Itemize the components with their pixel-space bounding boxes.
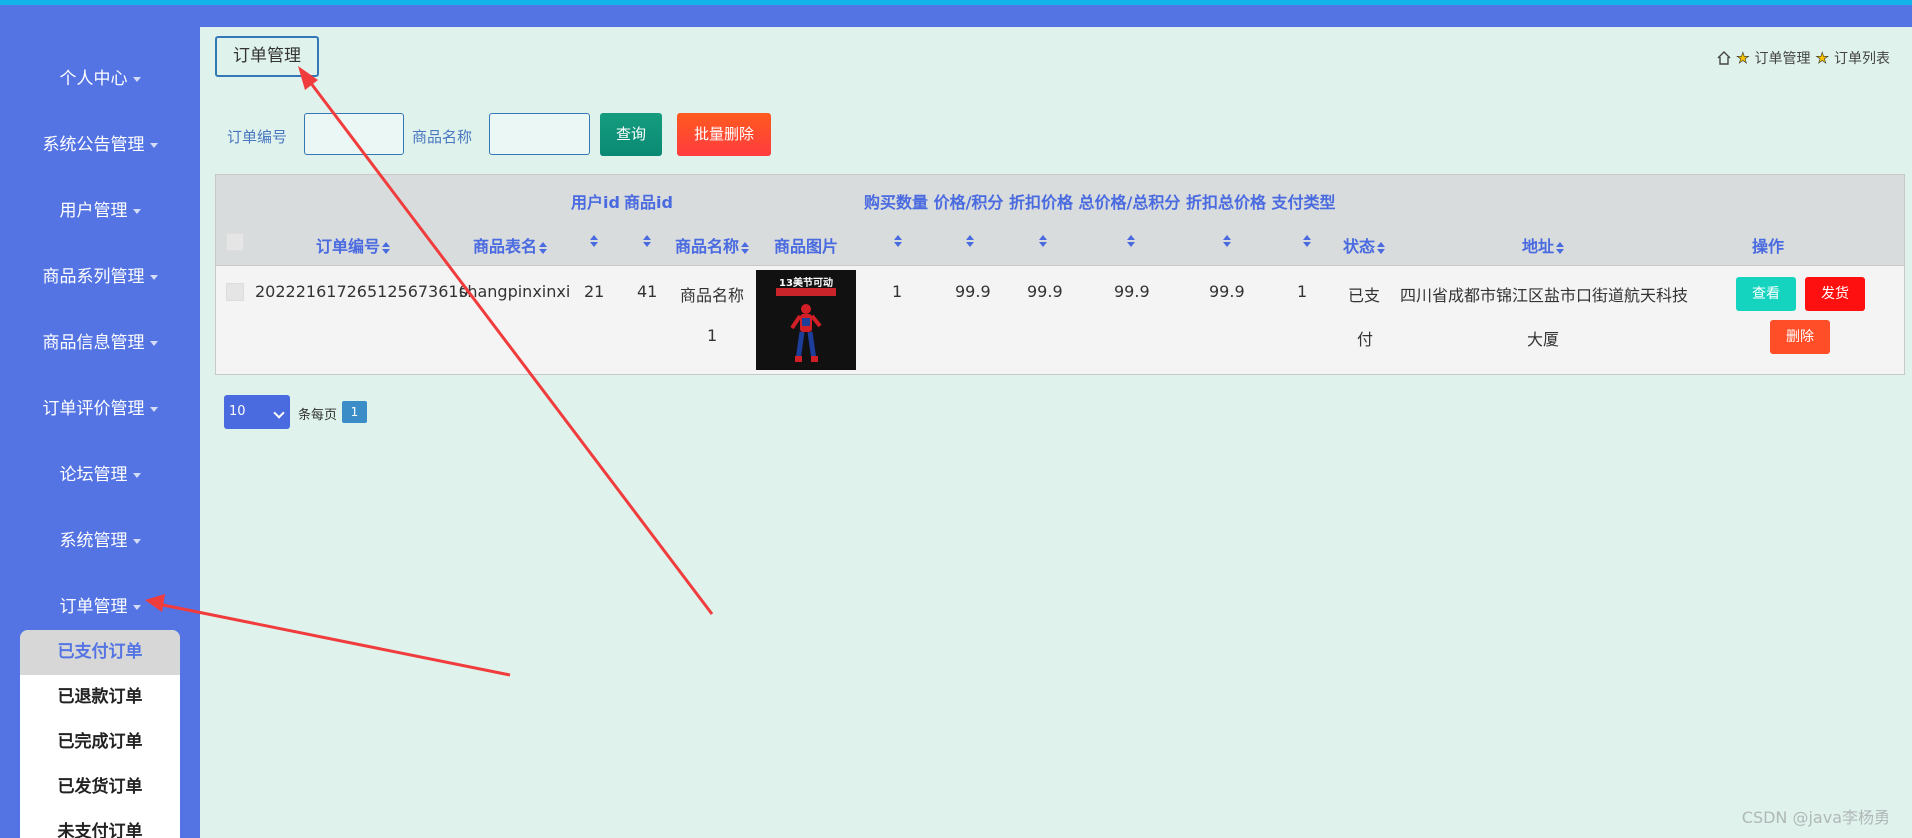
sort-icon — [382, 241, 391, 254]
sort-icon — [539, 241, 548, 254]
submenu-item-shipped-orders[interactable]: 已发货订单 — [20, 765, 180, 810]
caret-down-icon — [149, 340, 158, 346]
cell-product-id: 41 — [637, 282, 658, 301]
caret-down-icon — [149, 142, 158, 148]
submenu-item-unpaid-orders[interactable]: 未支付订单 — [20, 810, 180, 838]
header-actions: 操作 — [1752, 237, 1785, 256]
sort-icon-user-id[interactable] — [590, 235, 598, 247]
cell-address: 四川省成都市锦江区盐市口街道航天科技 — [1400, 286, 1689, 305]
sidebar-item-product-info[interactable]: 商品信息管理 — [0, 331, 200, 355]
cell-order-no: 20222161726512567361​0 — [255, 282, 469, 301]
star-icon: ★ — [1815, 49, 1829, 68]
sort-icon — [1377, 241, 1386, 254]
cell-status-line2: 付 — [1357, 330, 1374, 349]
query-button[interactable]: 查询 — [600, 113, 662, 156]
sort-icon-discount-price[interactable] — [1039, 235, 1047, 247]
header-strip — [200, 5, 1912, 27]
cell-pay-type: 1 — [1297, 282, 1308, 301]
caret-down-icon — [132, 604, 141, 610]
cell-table-name: shangpinxinxi — [459, 282, 571, 301]
sidebar-item-order-reviews[interactable]: 订单评价管理 — [0, 397, 200, 421]
sidebar-item-personal-center[interactable]: 个人中心 — [0, 67, 200, 91]
product-image-banner — [776, 288, 836, 296]
header-product-name[interactable]: 商品名称 — [675, 233, 750, 257]
header-order-no[interactable]: 订单编号 — [316, 233, 391, 257]
product-name-input[interactable] — [489, 113, 590, 155]
delete-button[interactable]: 删除 — [1770, 320, 1830, 354]
header-address[interactable]: 地址 — [1522, 233, 1565, 257]
chevron-down-icon — [273, 407, 285, 419]
cell-discount-total: 99.9 — [1209, 282, 1245, 301]
page-number-current[interactable]: 1 — [342, 401, 367, 423]
table-header: 用户id 商品id 购买数量 价格/积分 折扣价格 总价格/总积分 折扣总价格 … — [216, 175, 1904, 266]
sidebar-item-users[interactable]: 用户管理 — [0, 199, 200, 223]
sort-icon-quantity[interactable] — [894, 235, 902, 247]
cell-status: 已支 — [1348, 286, 1381, 305]
sort-icon — [741, 241, 750, 254]
star-icon: ★ — [1736, 49, 1750, 68]
ship-button[interactable]: 发货 — [1805, 277, 1865, 311]
select-all-checkbox[interactable] — [226, 233, 244, 251]
home-icon[interactable] — [1717, 51, 1731, 65]
cell-price: 99.9 — [955, 282, 991, 301]
header-table-name[interactable]: 商品表名 — [473, 233, 548, 257]
cell-quantity: 1 — [892, 282, 903, 301]
product-image[interactable]: 13美节可动 — [756, 270, 856, 370]
product-image-caption: 13美节可动 — [779, 278, 833, 289]
header-user-id: 用户id — [571, 193, 620, 212]
sidebar-item-orders[interactable]: 订单管理 — [0, 595, 200, 619]
orders-table: 用户id 商品id 购买数量 价格/积分 折扣价格 总价格/总积分 折扣总价格 … — [215, 174, 1905, 375]
page-size-select[interactable]: 10 — [224, 395, 290, 429]
cell-product-name: 商品名称 — [680, 286, 745, 305]
order-no-input[interactable] — [304, 113, 404, 155]
sidebar-item-forum[interactable]: 论坛管理 — [0, 463, 200, 487]
header-product-id: 商品id — [624, 193, 673, 212]
sort-icon-price[interactable] — [966, 235, 974, 247]
breadcrumb-item-orders[interactable]: 订单管理 — [1755, 48, 1811, 68]
product-name-label: 商品名称 — [412, 128, 473, 146]
cell-product-name-line2: 1 — [707, 326, 718, 345]
cell-discount-price: 99.9 — [1027, 282, 1063, 301]
sort-icon-product-id[interactable] — [643, 235, 651, 247]
submenu-item-refunded-orders[interactable]: 已退款订单 — [20, 675, 180, 720]
caret-down-icon — [132, 472, 141, 478]
watermark: CSDN @java李杨勇 — [1741, 808, 1890, 827]
sidebar-item-system[interactable]: 系统管理 — [0, 529, 200, 553]
per-page-label: 条每页 — [298, 408, 338, 423]
sort-icon-total-price[interactable] — [1127, 235, 1135, 247]
orders-submenu: 已支付订单 已退款订单 已完成订单 已发货订单 未支付订单 — [20, 630, 180, 838]
annotation-arrow-to-orders-menu — [157, 602, 511, 677]
header-status[interactable]: 状态 — [1343, 233, 1386, 257]
header-numeric-group: 购买数量 价格/积分 折扣价格 总价格/总积分 折扣总价格 支付类型 — [864, 193, 1336, 212]
cell-user-id: 21 — [584, 282, 605, 301]
batch-delete-button[interactable]: 批量删除 — [677, 113, 771, 156]
sidebar: 个人中心 系统公告管理 用户管理 商品系列管理 商品信息管理 订单评价管理 论坛… — [0, 5, 200, 838]
order-no-label: 订单编号 — [227, 128, 288, 146]
submenu-item-completed-orders[interactable]: 已完成订单 — [20, 720, 180, 765]
row-checkbox[interactable] — [226, 283, 244, 301]
submenu-item-paid-orders[interactable]: 已支付订单 — [20, 630, 180, 675]
caret-down-icon — [132, 76, 141, 82]
sidebar-item-product-series[interactable]: 商品系列管理 — [0, 265, 200, 289]
caret-down-icon — [149, 406, 158, 412]
page-title-button[interactable]: 订单管理 — [215, 36, 319, 77]
spiderman-figure-icon — [790, 304, 822, 362]
caret-down-icon — [132, 538, 141, 544]
cell-address-line2: 大厦 — [1527, 330, 1560, 349]
header-product-image: 商品图片 — [774, 237, 839, 256]
caret-down-icon — [132, 208, 141, 214]
sidebar-item-announcements[interactable]: 系统公告管理 — [0, 133, 200, 157]
breadcrumb: ★ 订单管理 ★ 订单列表 — [1717, 48, 1890, 68]
cell-total-price: 99.9 — [1114, 282, 1150, 301]
sort-icon-pay-type[interactable] — [1303, 235, 1311, 247]
breadcrumb-item-order-list: 订单列表 — [1834, 51, 1890, 67]
sort-icon — [1556, 241, 1565, 254]
caret-down-icon — [149, 274, 158, 280]
sort-icon-discount-total[interactable] — [1223, 235, 1231, 247]
view-button[interactable]: 查看 — [1736, 277, 1796, 311]
